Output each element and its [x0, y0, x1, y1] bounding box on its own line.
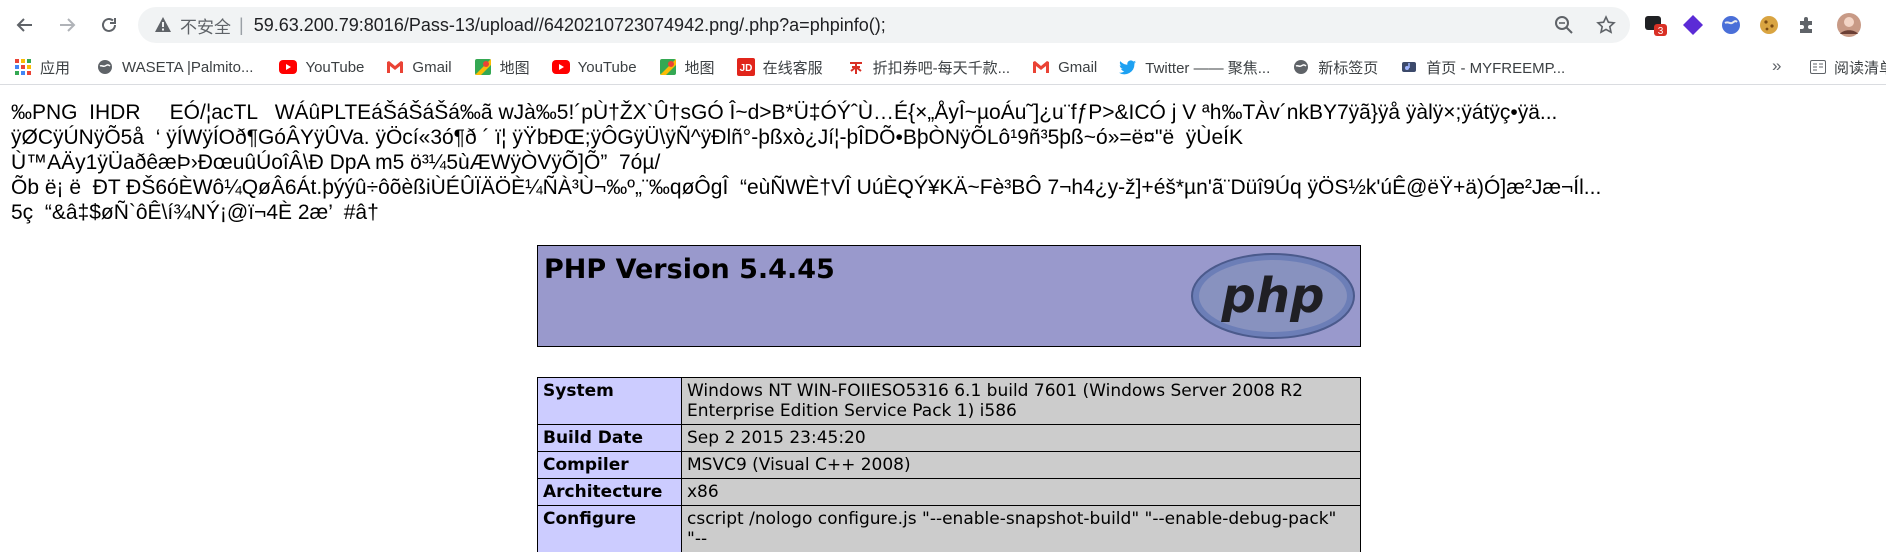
php-logo[interactable]: php: [1190, 252, 1356, 340]
bookmark-youtube[interactable]: YouTube: [279, 53, 364, 81]
bookmark-label: WASETA |Palmito...: [122, 58, 254, 76]
bookmark-coupon[interactable]: 折扣券吧-每天千款...: [847, 53, 1011, 81]
bookmark-label: Gmail: [1058, 58, 1098, 76]
page-content: ‰PNG IHDR EÓ/¦acTL WÁûPLTEáŠáŠáŠá‰ã wJà‰…: [0, 85, 1886, 552]
bookmark-jd-service[interactable]: JD 在线客服: [736, 53, 823, 81]
youtube-icon: [551, 58, 570, 76]
bookmark-newtab[interactable]: 新标签页: [1292, 53, 1378, 81]
jd-icon: JD: [736, 58, 755, 76]
binary-garbage-text: ‰PNG IHDR EÓ/¦acTL WÁûPLTEáŠáŠáŠá‰ã wJà‰…: [11, 100, 1886, 225]
bookmark-apps[interactable]: 应用: [14, 53, 70, 81]
bookmark-label: 在线客服: [762, 59, 823, 77]
table-row: Compiler MSVC9 (Visual C++ 2008): [537, 451, 1361, 479]
bookmark-gmail[interactable]: Gmail: [386, 53, 452, 81]
music-icon: [1400, 58, 1418, 76]
table-key: Architecture: [537, 478, 682, 506]
bookmarks-overflow-button[interactable]: »: [1772, 56, 1781, 76]
table-value: cscript /nologo configure.js "--enable-s…: [681, 505, 1361, 552]
bookmark-maps-2[interactable]: 地图: [659, 53, 715, 81]
back-button[interactable]: [12, 12, 38, 38]
address-bar[interactable]: 不安全 | 59.63.200.79:8016/Pass-13/upload//…: [138, 7, 1630, 43]
bookmark-star-icon[interactable]: [1594, 13, 1618, 37]
reload-icon: [102, 17, 116, 32]
extension-purple-icon[interactable]: [1680, 12, 1706, 38]
bookmark-label: Gmail: [412, 58, 452, 76]
bookmark-label: 折扣券吧-每天千款...: [872, 59, 1011, 77]
garbage-line: Ù™AÄy1ÿÜaðêæÞ›ÐœuûÚoîÂ\Ð DpA m5 ö³¼5ùÆWÿ…: [11, 151, 661, 174]
globe-icon: [96, 58, 114, 76]
phpinfo-header: PHP Version 5.4.45 php: [537, 245, 1361, 347]
security-label[interactable]: 不安全: [180, 13, 231, 38]
table-key: Configure: [537, 505, 682, 552]
extension-globe-icon[interactable]: [1718, 12, 1744, 38]
omnibox-separator: |: [239, 14, 244, 35]
back-arrow-icon: [16, 18, 32, 32]
maps-icon: [659, 58, 677, 76]
bookmark-gmail-2[interactable]: Gmail: [1032, 53, 1097, 81]
forward-arrow-icon: [60, 18, 76, 32]
coupon-icon: [847, 58, 865, 76]
maps-icon: [474, 58, 492, 76]
phpinfo-table: System Windows NT WIN-FOIIESO5316 6.1 bu…: [537, 377, 1361, 552]
bookmark-label: YouTube: [577, 58, 637, 76]
bookmark-label: 地图: [499, 59, 530, 77]
warning-icon[interactable]: [154, 16, 172, 34]
table-value: Windows NT WIN-FOIIESO5316 6.1 build 760…: [681, 377, 1361, 425]
table-key: System: [537, 377, 682, 425]
reload-button[interactable]: [96, 12, 122, 38]
table-row: Configure cscript /nologo configure.js "…: [537, 505, 1361, 552]
profile-avatar[interactable]: [1836, 12, 1862, 38]
table-key: Build Date: [537, 424, 682, 452]
url-text[interactable]: 59.63.200.79:8016/Pass-13/upload//642021…: [254, 15, 886, 36]
table-row: System Windows NT WIN-FOIIESO5316 6.1 bu…: [537, 377, 1361, 425]
table-value: Sep 2 2015 23:45:20: [681, 424, 1361, 452]
zoom-icon[interactable]: [1552, 13, 1576, 37]
bookmark-label: YouTube: [305, 58, 365, 76]
bookmark-label: 新标签页: [1318, 59, 1379, 77]
reading-list-label: 阅读清单: [1834, 59, 1886, 77]
extension-cookie-icon[interactable]: [1756, 12, 1782, 38]
twitter-icon: [1119, 58, 1137, 76]
garbage-line: Õb ë¡ ë ÐT ÐŠ6óÈWô¼QøÂ6Át.þýýû÷ôõèßiÙÉÛÏ…: [11, 176, 1602, 199]
bookmark-youtube-2[interactable]: YouTube: [551, 53, 637, 81]
garbage-line: ‰PNG IHDR EÓ/¦acTL WÁûPLTEáŠáŠáŠá‰ã wJà‰…: [11, 101, 1558, 124]
extensions-puzzle-icon[interactable]: [1794, 12, 1820, 38]
reading-list-button[interactable]: 阅读清单: [1810, 50, 1886, 84]
table-value: MSVC9 (Visual C++ 2008): [681, 451, 1361, 479]
php-logo-text: php: [1221, 268, 1325, 324]
table-key: Compiler: [537, 451, 682, 479]
bookmark-myfreemp3[interactable]: 首页 - MYFREEMP...: [1400, 53, 1565, 81]
bookmark-waseta[interactable]: WASETA |Palmito...: [96, 53, 253, 81]
bookmark-twitter[interactable]: Twitter —— 聚焦...: [1119, 53, 1270, 81]
garbage-line: 5ç “&â‡$øÑ`ôÊ\í¾NÝ¡@ï¬4È 2æ’ #â†: [11, 201, 379, 224]
gmail-icon: [386, 58, 404, 76]
apps-grid-icon: [14, 58, 32, 76]
browser-toolbar: 不安全 | 59.63.200.79:8016/Pass-13/upload//…: [0, 0, 1886, 50]
table-row: Architecture x86: [537, 478, 1361, 506]
bookmarks-bar: 应用 WASETA |Palmito... YouTube Gmail 地图 Y…: [0, 50, 1886, 85]
globe-icon: [1292, 58, 1310, 76]
bookmark-label: 应用: [40, 59, 71, 77]
bookmark-maps[interactable]: 地图: [474, 53, 530, 81]
gmail-icon: [1032, 58, 1050, 76]
svg-text:JD: JD: [739, 63, 752, 74]
bookmark-label: Twitter —— 聚焦...: [1145, 59, 1271, 77]
garbage-line: ÿØCÿÚNÿÕ5å ‘ ÿÍWÿÍOð¶GóÂYÿÛVa. ÿÖcí«3ó¶ð…: [11, 126, 1243, 149]
table-row: Build Date Sep 2 2015 23:45:20: [537, 424, 1361, 452]
extension-badge-count: 3: [1658, 26, 1664, 37]
reading-list-icon: [1810, 58, 1828, 76]
table-value: x86: [681, 478, 1361, 506]
forward-button[interactable]: [54, 12, 80, 38]
bookmark-label: 地图: [684, 59, 715, 77]
php-version-title: PHP Version 5.4.45: [544, 254, 835, 285]
bookmark-label: 首页 - MYFREEMP...: [1426, 59, 1566, 77]
youtube-icon: [279, 58, 298, 76]
extension-notification-icon[interactable]: 3: [1642, 12, 1668, 38]
